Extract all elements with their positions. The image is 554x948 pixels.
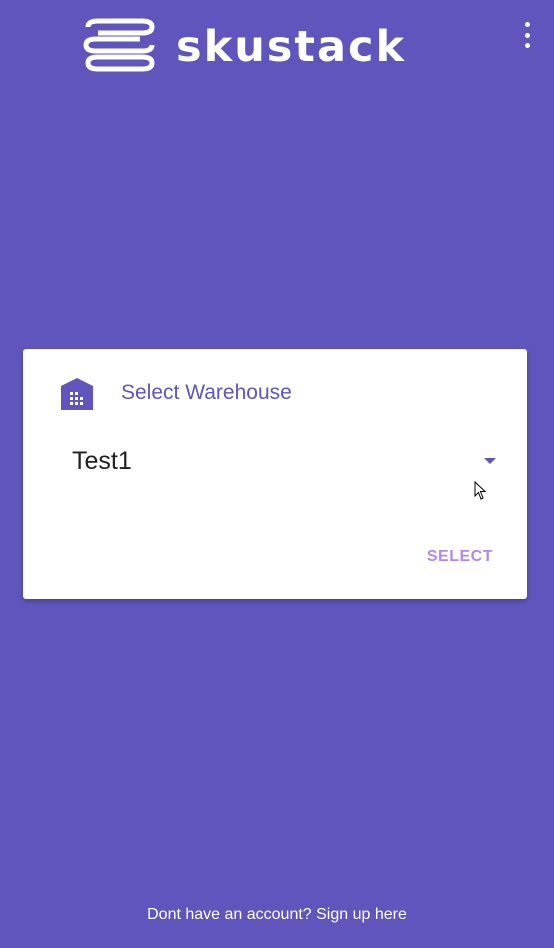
select-button[interactable]: SELECT xyxy=(427,548,493,566)
arrow-drop-down-icon[interactable] xyxy=(484,458,496,464)
card-header: Select Warehouse xyxy=(61,376,292,410)
signup-link[interactable]: Dont have an account? Sign up here xyxy=(0,906,554,924)
skustack-logo: skustack xyxy=(80,12,472,82)
more-vert-icon[interactable] xyxy=(516,20,538,50)
dropdown-selected-value: Test1 xyxy=(72,446,132,475)
logo-stack-icon xyxy=(83,18,155,72)
select-warehouse-card: Select Warehouse Test1 SELECT xyxy=(23,349,527,599)
logo-text: skustack xyxy=(176,21,407,72)
warehouse-icon xyxy=(61,378,93,410)
card-title: Select Warehouse xyxy=(121,381,292,404)
mouse-pointer-icon xyxy=(474,481,486,500)
warehouse-dropdown[interactable]: Test1 xyxy=(72,441,496,481)
